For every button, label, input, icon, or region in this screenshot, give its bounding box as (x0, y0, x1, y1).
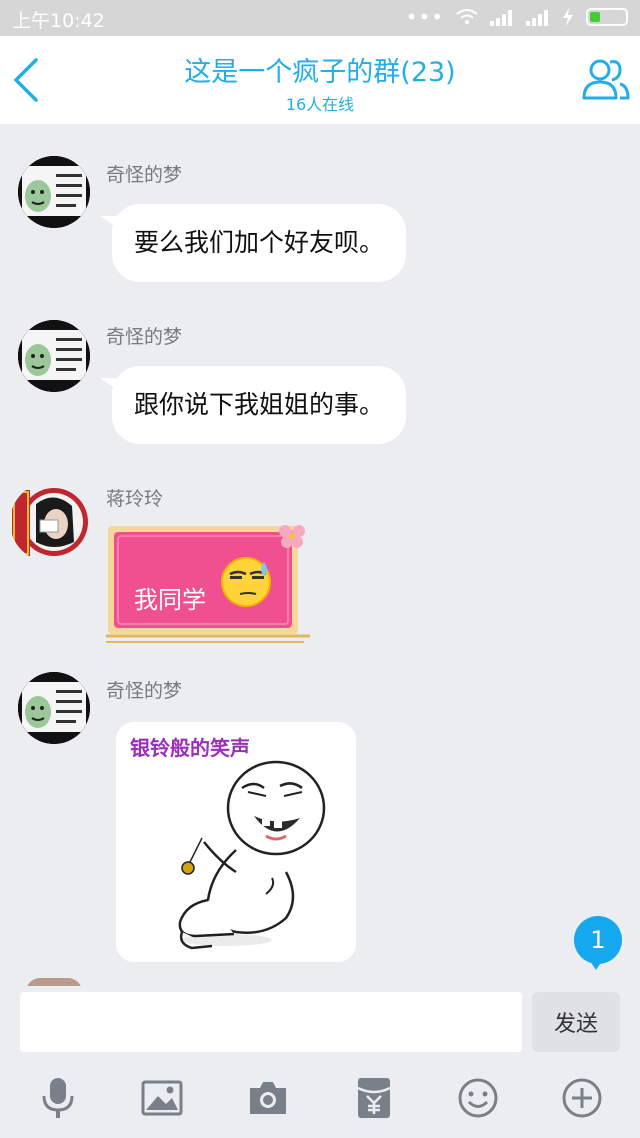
laughing-meme-icon (178, 760, 326, 950)
message-bubble[interactable]: 跟你说下我姐姐的事。 (112, 366, 407, 444)
group-members-icon[interactable] (580, 54, 632, 106)
sticker-text: 我同学 (134, 586, 206, 614)
input-bar: 发送 (0, 986, 640, 1058)
avatar[interactable] (10, 482, 90, 562)
avatar[interactable] (18, 320, 90, 392)
message-input[interactable] (20, 992, 522, 1052)
avatar-partial (26, 978, 82, 986)
avatar[interactable] (18, 156, 90, 228)
status-time: 上午10:42 (12, 10, 105, 32)
image-message[interactable]: 银铃般的笑声 (116, 722, 356, 962)
group-title: 这是一个疯子的群(23) (184, 57, 456, 88)
signal-icon (490, 10, 512, 26)
status-bar: 上午10:42 ••• (0, 0, 640, 36)
sender-name: 奇怪的梦 (106, 680, 183, 702)
chat-area[interactable]: 奇怪的梦 要么我们加个好友呗。 奇怪的梦 跟你说下我姐姐的事。 蒋玲玲 我同学 … (0, 124, 640, 986)
wifi-icon (456, 9, 478, 24)
charging-icon (563, 8, 573, 26)
send-button[interactable]: 发送 (532, 992, 620, 1052)
sender-name: 奇怪的梦 (106, 164, 183, 186)
mic-icon[interactable] (36, 1076, 80, 1120)
battery-icon (586, 8, 628, 26)
status-icons: ••• (405, 5, 628, 29)
sender-name: 蒋玲玲 (106, 488, 164, 510)
message-bubble[interactable]: 要么我们加个好友呗。 (112, 204, 407, 282)
red-packet-icon[interactable] (352, 1076, 396, 1120)
plus-icon[interactable] (560, 1076, 604, 1120)
emoji-icon[interactable] (456, 1076, 500, 1120)
meme-avatar-icon (18, 672, 90, 744)
online-count: 16人在线 (285, 95, 355, 114)
sender-name: 奇怪的梦 (106, 326, 183, 348)
unread-count-badge[interactable]: 1 (574, 916, 622, 964)
camera-icon[interactable] (246, 1076, 290, 1120)
signal-icon-2 (526, 10, 548, 26)
photo-avatar-icon (12, 488, 88, 556)
nav-bar: 这是一个疯子的群(23) 16人在线 (0, 36, 640, 124)
meme-avatar-icon (18, 320, 90, 392)
more-dots-icon: ••• (405, 5, 444, 29)
image-icon[interactable] (140, 1076, 184, 1120)
meme-avatar-icon (18, 156, 90, 228)
avatar[interactable] (18, 672, 90, 744)
badge-tail (588, 958, 604, 970)
input-toolbar (0, 1058, 640, 1138)
